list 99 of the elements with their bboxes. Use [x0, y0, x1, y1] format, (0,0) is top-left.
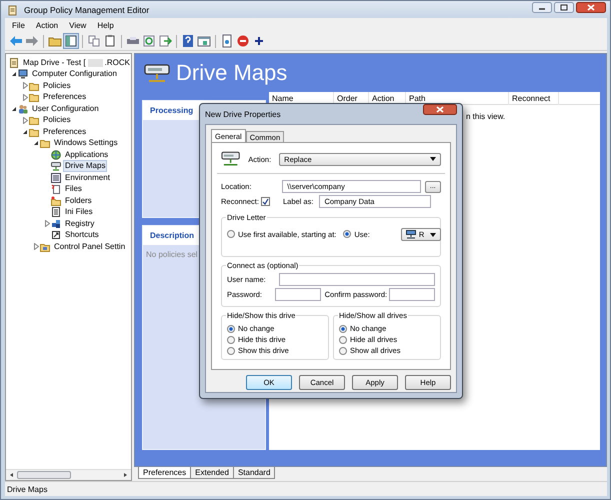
forward-arrow-icon[interactable] — [25, 34, 39, 48]
clipboard-icon[interactable] — [103, 34, 117, 48]
tree-item[interactable]: Drive Maps — [64, 161, 106, 172]
password-field[interactable] — [274, 288, 321, 301]
radio-button[interactable] — [343, 230, 352, 238]
policy-document-icon — [9, 58, 19, 68]
expanded-arrow-icon[interactable] — [11, 106, 17, 112]
globe-icon — [51, 150, 61, 160]
radio-button[interactable] — [227, 336, 235, 344]
tree-item[interactable]: Ini Files — [64, 207, 94, 218]
tree-item[interactable]: Files — [64, 184, 83, 194]
tree-item[interactable]: Environment — [64, 172, 111, 183]
column-header[interactable]: Reconnect — [509, 92, 559, 104]
reconnect-checkbox[interactable] — [261, 197, 270, 206]
copy-icon[interactable] — [87, 34, 101, 48]
close-icon[interactable] — [423, 104, 457, 115]
maximize-icon[interactable] — [554, 2, 574, 13]
drive-icon — [51, 161, 61, 172]
tree-item[interactable]: Registry — [64, 218, 96, 229]
window-icon[interactable] — [197, 34, 211, 48]
empty-message: n this view. — [466, 112, 506, 121]
folder-icon — [51, 196, 61, 206]
window-icon — [51, 172, 61, 183]
collapsed-arrow-icon[interactable] — [34, 243, 38, 250]
scrollbar-thumb[interactable] — [17, 471, 71, 479]
window-title: Group Policy Management Editor — [24, 5, 150, 15]
dialog-title: New Drive Properties — [205, 110, 281, 119]
caret-icon — [430, 157, 436, 161]
panel-title: Description — [150, 231, 194, 240]
policy-document-icon — [7, 4, 18, 16]
folder-icon — [29, 80, 39, 91]
status-text: Drive Maps — [7, 484, 48, 494]
tree-item[interactable]: Policies — [42, 80, 72, 91]
back-arrow-icon[interactable] — [9, 34, 23, 48]
export-icon[interactable] — [158, 34, 172, 48]
tree-item[interactable]: Folders — [64, 196, 93, 206]
tree-item[interactable]: Preferences — [42, 126, 88, 137]
folder-icon — [29, 92, 39, 102]
refresh-icon[interactable] — [142, 34, 156, 48]
radio-button[interactable] — [339, 346, 347, 354]
radio-button[interactable] — [227, 324, 235, 332]
menu-item[interactable]: View — [69, 20, 86, 30]
tree-item-suffix: .ROCK — [104, 58, 131, 68]
tree-item[interactable]: Windows Settings — [53, 138, 119, 148]
radio-button[interactable] — [227, 230, 235, 238]
menu-item[interactable]: Help — [97, 20, 114, 30]
collapsed-arrow-icon[interactable] — [22, 116, 28, 124]
folder-icon — [29, 126, 39, 137]
radio-button[interactable] — [227, 346, 235, 354]
tree-item[interactable]: Policies — [42, 115, 72, 126]
tree-item[interactable]: Shortcuts — [64, 230, 100, 240]
collapsed-arrow-icon[interactable] — [44, 220, 50, 228]
horizontal-scrollbar[interactable] — [6, 469, 131, 480]
view-tab[interactable]: Extended — [190, 467, 234, 479]
cubes-icon — [51, 218, 61, 229]
shortcut-icon — [51, 230, 61, 240]
folder-icon — [40, 242, 50, 252]
menu-item[interactable]: Action — [36, 20, 58, 30]
folder-icon — [29, 115, 39, 126]
drive-icon — [406, 230, 416, 239]
folder-icon — [40, 138, 50, 148]
tree-item[interactable]: Computer Configuration — [31, 69, 118, 80]
view-tab[interactable]: Standard — [232, 467, 276, 479]
file-icon — [51, 184, 61, 194]
expanded-arrow-icon[interactable] — [22, 128, 28, 135]
close-icon[interactable] — [576, 2, 606, 13]
minimize-icon[interactable] — [532, 2, 552, 13]
radio-button[interactable] — [339, 324, 347, 332]
panel-title: Processing — [150, 106, 194, 115]
confirm-password-field[interactable] — [389, 288, 435, 301]
document-icon — [51, 207, 61, 218]
menu-item[interactable]: File — [12, 20, 25, 30]
collapsed-arrow-icon[interactable] — [22, 94, 28, 101]
description-text: No policies sel — [146, 250, 198, 259]
scroll-right-icon[interactable] — [122, 472, 128, 478]
document-icon[interactable] — [220, 34, 234, 48]
computer-icon — [18, 69, 28, 80]
redaction-block — [88, 58, 103, 67]
stop-icon[interactable] — [236, 34, 250, 48]
view-tab[interactable]: Preferences — [138, 467, 192, 479]
pane-icon[interactable] — [64, 34, 78, 48]
user-name-field[interactable] — [279, 273, 435, 286]
drive-icon — [221, 151, 240, 167]
caret-icon — [430, 232, 436, 236]
radio-button[interactable] — [339, 336, 347, 344]
plus-icon[interactable] — [252, 34, 266, 48]
page-heading: Drive Maps — [176, 60, 288, 86]
expanded-arrow-icon[interactable] — [11, 71, 17, 78]
scroll-left-icon[interactable] — [9, 472, 15, 478]
tree-item[interactable]: Control Panel Settin — [53, 242, 126, 252]
help-icon[interactable] — [181, 34, 195, 48]
tree-item[interactable]: User Configuration — [31, 104, 100, 114]
expanded-arrow-icon[interactable] — [33, 140, 39, 146]
users-icon — [18, 104, 28, 114]
tree-item[interactable]: Applications — [64, 150, 110, 160]
tree-item[interactable]: Preferences — [42, 92, 88, 102]
drive-icon — [144, 63, 170, 83]
tree-item[interactable]: Map Drive - Test [ — [22, 58, 87, 68]
collapsed-arrow-icon[interactable] — [22, 82, 28, 90]
